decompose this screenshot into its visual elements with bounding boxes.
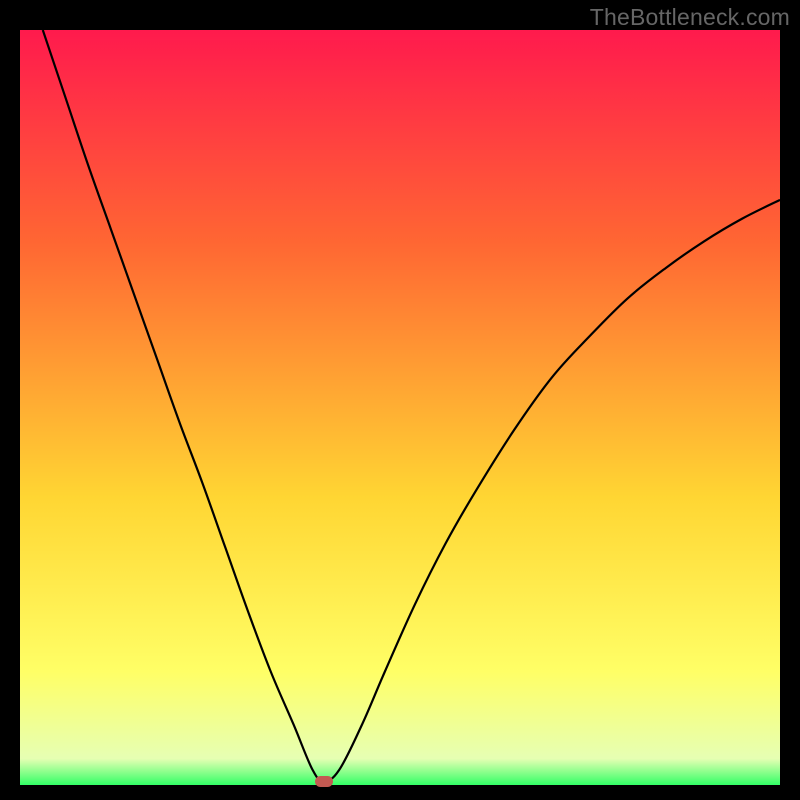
watermark-text: TheBottleneck.com <box>590 4 790 31</box>
minimum-marker <box>315 776 333 787</box>
gradient-background <box>20 30 780 785</box>
bottleneck-chart <box>20 30 780 785</box>
chart-frame <box>20 30 780 785</box>
